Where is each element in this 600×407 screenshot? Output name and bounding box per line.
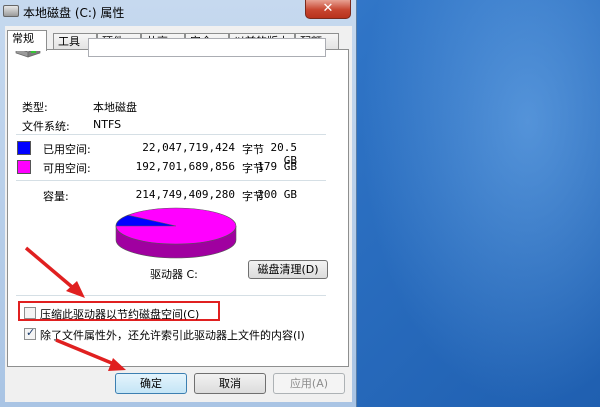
index-checkbox[interactable] — [24, 326, 36, 340]
capacity-bytes: 214,749,409,280 — [135, 188, 235, 201]
free-color-swatch — [17, 160, 31, 174]
cancel-button[interactable]: 取消 — [194, 373, 266, 394]
tab-general[interactable]: 常规 — [7, 30, 47, 51]
disk-cleanup-button[interactable]: 磁盘清理(D) — [248, 260, 328, 279]
apply-button[interactable]: 应用(A) — [273, 373, 345, 394]
filesystem-value: NTFS — [93, 118, 122, 131]
drive-letter-label: 驱动器 C: — [150, 268, 198, 281]
free-space-label: 可用空间: — [43, 162, 91, 175]
type-value: 本地磁盘 — [93, 101, 137, 114]
volume-name-input[interactable] — [88, 38, 326, 57]
used-space-label: 已用空间: — [43, 143, 91, 156]
properties-dialog: 本地磁盘 (C:) 属性 ✕ 常规 工具 硬件 共享 安全 以前的版本 配额 类… — [0, 0, 357, 407]
compress-checkbox[interactable] — [24, 307, 36, 319]
ok-button[interactable]: 确定 — [115, 373, 187, 394]
free-size: 179 GB — [257, 160, 297, 173]
capacity-size: 200 GB — [257, 188, 297, 201]
used-color-swatch — [17, 141, 31, 155]
window-title: 本地磁盘 (C:) 属性 — [23, 6, 125, 20]
used-bytes: 22,047,719,424 — [142, 141, 235, 154]
title-bar[interactable]: 本地磁盘 (C:) 属性 ✕ — [0, 0, 357, 24]
annotation-arrow — [55, 338, 126, 371]
compress-label: 压缩此驱动器以节约磁盘空间(C) — [40, 308, 200, 321]
drive-icon — [3, 5, 19, 17]
divider — [16, 134, 326, 135]
filesystem-label: 文件系统: — [22, 120, 70, 133]
capacity-label: 容量: — [43, 190, 69, 203]
divider — [16, 180, 326, 181]
close-button[interactable]: ✕ — [305, 0, 351, 19]
disk-usage-pie-chart — [115, 207, 237, 259]
desktop-background — [360, 0, 600, 407]
annotation-arrow — [24, 246, 85, 298]
free-bytes: 192,701,689,856 — [135, 160, 235, 173]
type-label: 类型: — [22, 101, 48, 114]
